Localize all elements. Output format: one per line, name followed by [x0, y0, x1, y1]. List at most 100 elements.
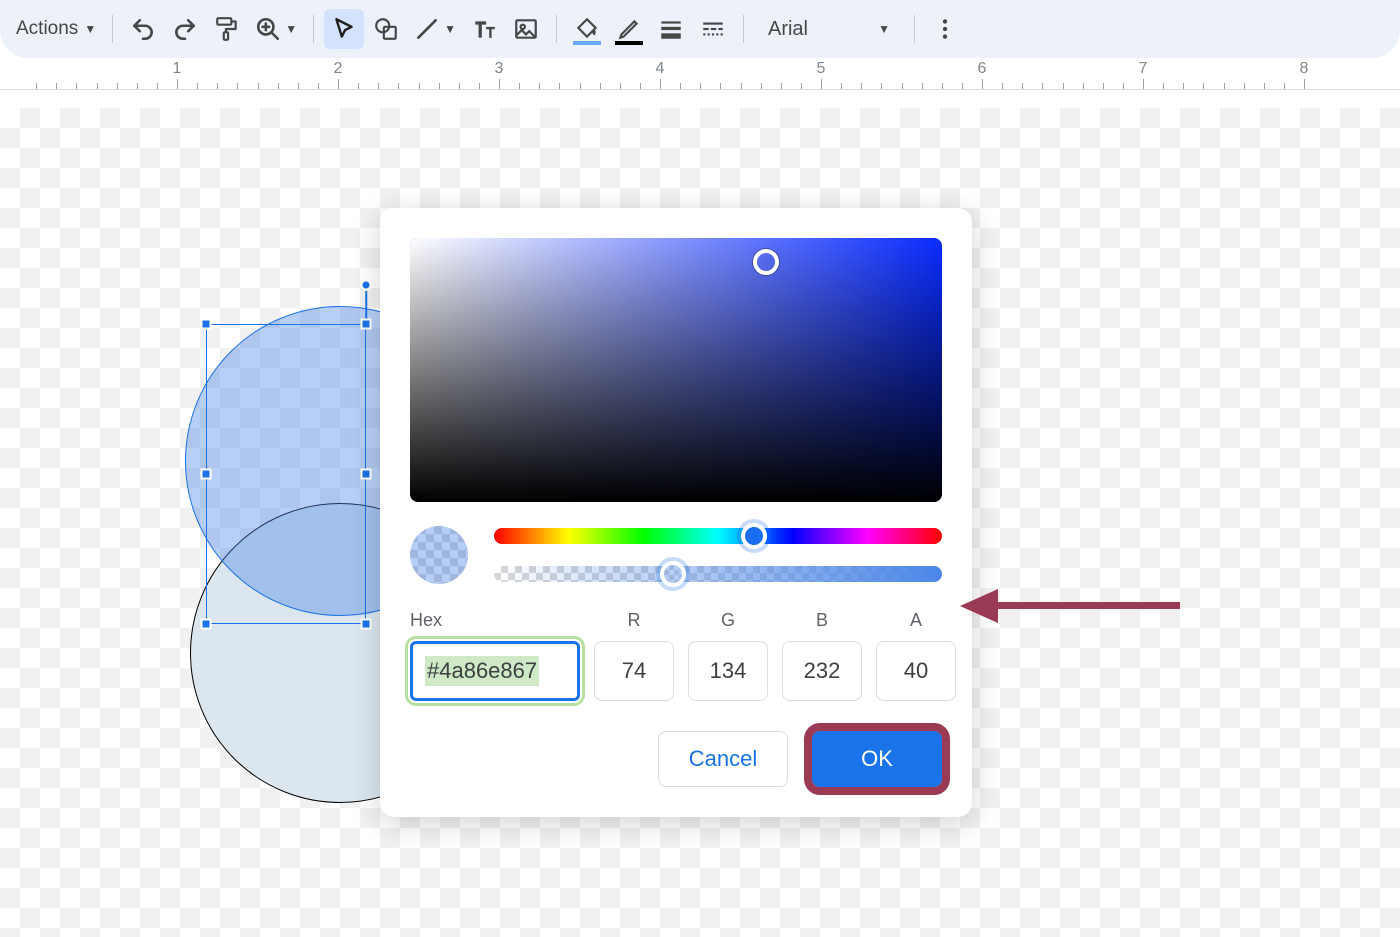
ruler-tick: [1063, 83, 1064, 89]
undo-button[interactable]: [123, 9, 163, 49]
cursor-icon: [331, 16, 357, 42]
ruler-tick: [278, 83, 279, 89]
ruler-tick: [76, 83, 77, 89]
pencil-icon: [616, 16, 642, 42]
ruler-tick: [982, 79, 983, 89]
alpha-slider[interactable]: [494, 566, 942, 582]
ruler-number: 8: [1300, 60, 1309, 78]
ruler-number: 3: [495, 60, 504, 78]
line-tool[interactable]: ▼: [408, 9, 462, 49]
ruler-tick: [398, 83, 399, 89]
ruler-tick: [479, 83, 480, 89]
ruler-tick: [439, 83, 440, 89]
ruler-tick: [197, 83, 198, 89]
g-label: G: [688, 610, 768, 631]
annotation-arrow: [960, 595, 1180, 615]
border-color-button[interactable]: [609, 9, 649, 49]
image-tool[interactable]: [506, 9, 546, 49]
selection-handle[interactable]: [361, 619, 372, 630]
cancel-button[interactable]: Cancel: [658, 731, 788, 787]
more-options-button[interactable]: [925, 9, 965, 49]
border-weight-button[interactable]: [651, 9, 691, 49]
ruler-tick: [580, 83, 581, 89]
drawing-canvas[interactable]: Hex R G B A #4a86e867 74 134 232 40 Canc…: [0, 108, 1400, 937]
hex-value: #4a86e867: [425, 656, 539, 686]
redo-icon: [172, 16, 198, 42]
horizontal-ruler: 12345678: [0, 58, 1400, 90]
shape-tool[interactable]: [366, 9, 406, 49]
ruler-tick: [1083, 83, 1084, 89]
ruler-number: 2: [334, 60, 343, 78]
undo-icon: [130, 16, 156, 42]
toolbar-separator: [556, 15, 557, 43]
actions-label: Actions: [16, 18, 80, 40]
paint-roller-icon: [214, 16, 240, 42]
fill-color-button[interactable]: [567, 9, 607, 49]
paint-format-button[interactable]: [207, 9, 247, 49]
ruler-tick: [821, 79, 822, 89]
ruler-tick: [378, 83, 379, 89]
ruler-tick: [338, 79, 339, 89]
color-picker-dialog: Hex R G B A #4a86e867 74 134 232 40 Canc…: [380, 208, 972, 817]
chevron-down-icon: ▼: [878, 22, 890, 36]
ruler-tick: [962, 83, 963, 89]
ruler-tick: [1264, 83, 1265, 89]
ruler-tick: [137, 83, 138, 89]
fill-bucket-icon: [574, 16, 600, 42]
font-family-select[interactable]: Arial ▼: [754, 9, 904, 49]
ruler-tick: [1163, 83, 1164, 89]
ruler-tick: [97, 83, 98, 89]
line-weight-icon: [658, 16, 684, 42]
redo-button[interactable]: [165, 9, 205, 49]
selection-handle[interactable]: [201, 319, 212, 330]
ruler-tick: [318, 83, 319, 89]
select-tool[interactable]: [324, 9, 364, 49]
selection-handle[interactable]: [361, 469, 372, 480]
ruler-tick: [1224, 83, 1225, 89]
textbox-tool[interactable]: [464, 9, 504, 49]
selection-box[interactable]: [206, 324, 366, 624]
ok-button[interactable]: OK: [812, 731, 942, 787]
ruler-number: 6: [978, 60, 987, 78]
hue-thumb[interactable]: [741, 523, 767, 549]
ruler-tick: [1203, 83, 1204, 89]
zoom-button[interactable]: ▼: [249, 9, 303, 49]
alpha-thumb[interactable]: [660, 561, 686, 587]
ruler-tick: [539, 83, 540, 89]
chevron-down-icon: ▼: [444, 22, 456, 36]
border-dash-button[interactable]: [693, 9, 733, 49]
r-input[interactable]: 74: [594, 641, 674, 701]
selection-rotation-handle[interactable]: [361, 280, 372, 291]
ruler-tick: [1284, 83, 1285, 89]
g-input[interactable]: 134: [688, 641, 768, 701]
actions-menu[interactable]: Actions ▼: [10, 9, 102, 49]
image-icon: [513, 16, 539, 42]
hue-slider[interactable]: [494, 528, 942, 544]
ruler-tick: [559, 83, 560, 89]
selection-handle[interactable]: [201, 469, 212, 480]
selection-handle[interactable]: [201, 619, 212, 630]
ruler-tick: [419, 83, 420, 89]
ruler-tick: [157, 83, 158, 89]
font-family-label: Arial: [768, 18, 808, 41]
ruler-tick: [1002, 83, 1003, 89]
ruler-number: 1: [173, 60, 182, 78]
sv-thumb[interactable]: [753, 249, 779, 275]
ruler-tick: [600, 83, 601, 89]
ruler-tick: [881, 83, 882, 89]
selection-handle[interactable]: [361, 319, 372, 330]
ruler-tick: [1103, 83, 1104, 89]
hex-input[interactable]: #4a86e867: [410, 641, 580, 701]
b-input[interactable]: 232: [782, 641, 862, 701]
color-preview: [410, 526, 468, 584]
ruler-tick: [1244, 83, 1245, 89]
ruler-number: 7: [1139, 60, 1148, 78]
ruler-tick: [922, 83, 923, 89]
ruler-tick: [902, 83, 903, 89]
ruler-tick: [1022, 83, 1023, 89]
ruler-tick: [1123, 83, 1124, 89]
a-input[interactable]: 40: [876, 641, 956, 701]
text-icon: [471, 16, 497, 42]
saturation-value-panel[interactable]: [410, 238, 942, 502]
ruler-tick: [459, 83, 460, 89]
